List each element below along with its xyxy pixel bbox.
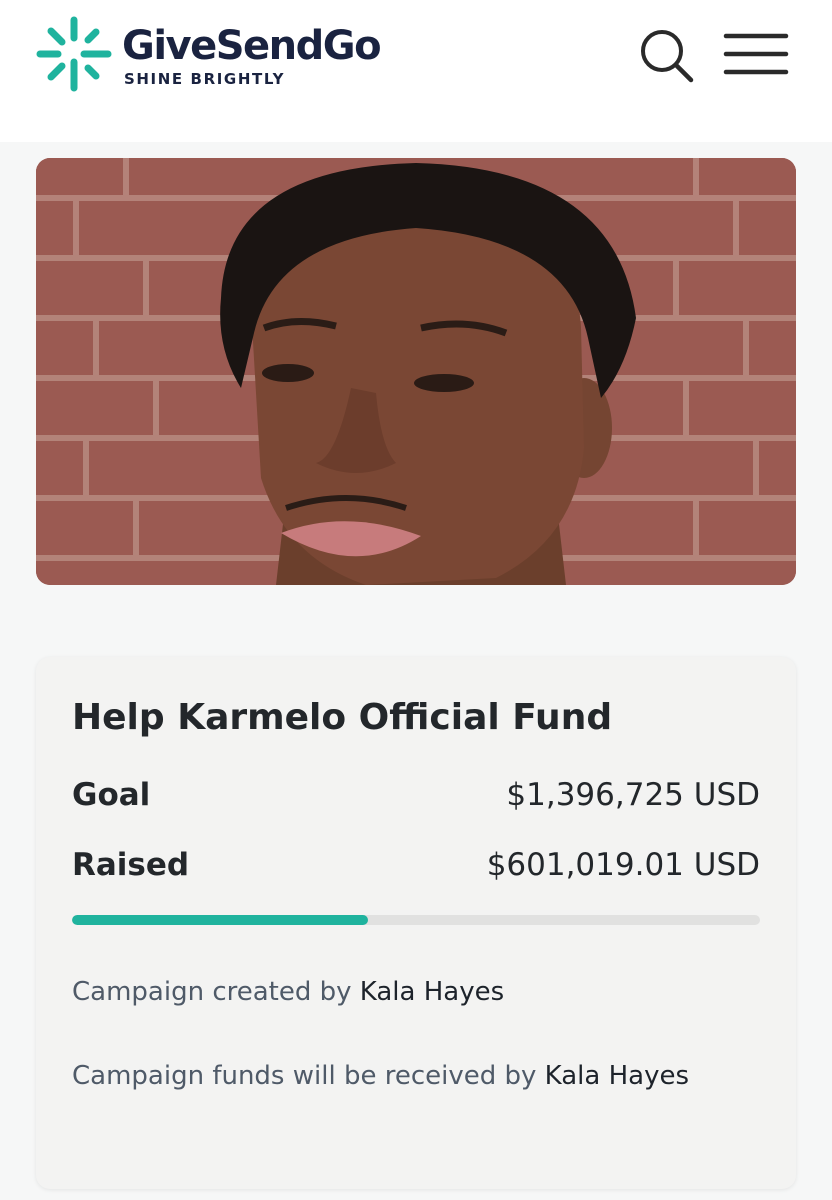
sunburst-logo-icon [36,16,112,92]
site-logo[interactable]: GiveSendGo SHINE BRIGHTLY [34,14,382,94]
campaign-creator-line: Campaign created by Kala Hayes [72,977,504,1007]
campaign-photo [36,158,796,585]
recipient-name[interactable]: Kala Hayes [545,1061,689,1091]
raised-amount: $601,019.01 USD [486,847,760,883]
fundraising-progress-bar [72,915,760,925]
creator-name[interactable]: Kala Hayes [360,977,504,1007]
campaign-recipient-line: Campaign funds will be received by Kala … [72,1061,689,1091]
brand-tagline: SHINE BRIGHTLY [124,70,286,88]
received-by-prefix: Campaign funds will be received by [72,1061,545,1091]
campaign-summary-card: Help Karmelo Official Fund Goal $1,396,7… [36,657,796,1189]
goal-label: Goal [72,777,151,813]
brand-name: GiveSendGo [122,23,382,69]
progress-fill [72,915,368,925]
raised-label: Raised [72,847,190,883]
hamburger-menu-icon [723,33,789,75]
search-icon [641,30,694,83]
goal-amount: $1,396,725 USD [506,777,760,813]
search-button[interactable] [636,26,698,86]
campaign-title: Help Karmelo Official Fund [72,697,613,738]
site-header: GiveSendGo SHINE BRIGHTLY [0,0,832,142]
menu-button[interactable] [722,30,790,80]
created-by-prefix: Campaign created by [72,977,360,1007]
